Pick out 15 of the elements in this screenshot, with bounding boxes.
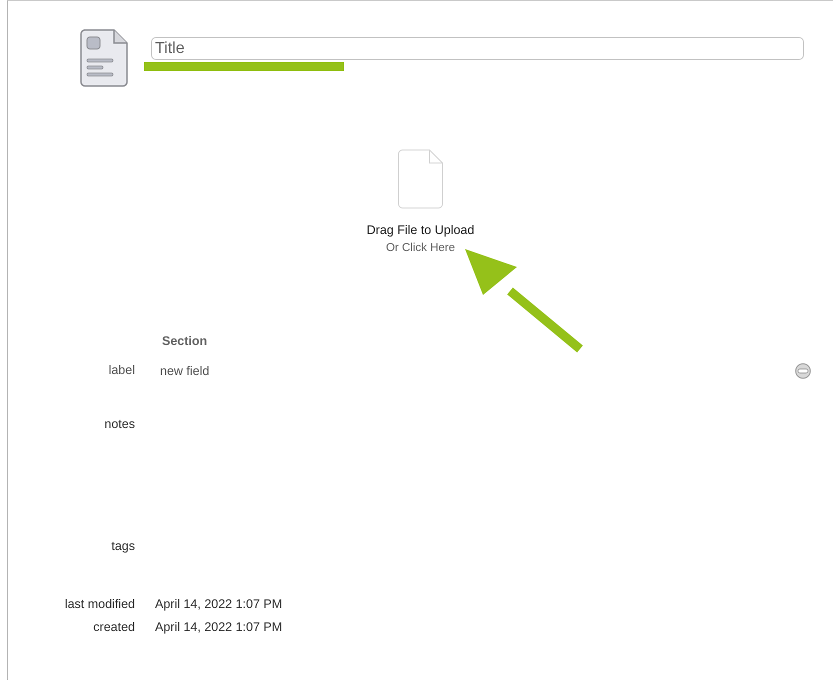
- more-icon[interactable]: [795, 363, 811, 379]
- upload-heading: Drag File to Upload: [366, 223, 474, 237]
- field-label: last modified: [64, 597, 135, 611]
- title-field[interactable]: Title: [151, 37, 804, 60]
- field-label: created: [92, 620, 135, 634]
- section-title: Section: [162, 334, 208, 348]
- document-icon: [80, 29, 128, 87]
- field-label: tags: [110, 539, 135, 553]
- field-value: April 14, 2022 1:07 PM: [155, 620, 282, 634]
- file-icon[interactable]: [398, 149, 443, 209]
- field-value: April 14, 2022 1:07 PM: [155, 597, 282, 611]
- upload-link[interactable]: Or Click Here: [386, 242, 455, 254]
- field-value[interactable]: new field: [160, 364, 210, 378]
- field-label: label: [108, 363, 135, 379]
- field-label: notes: [103, 417, 135, 431]
